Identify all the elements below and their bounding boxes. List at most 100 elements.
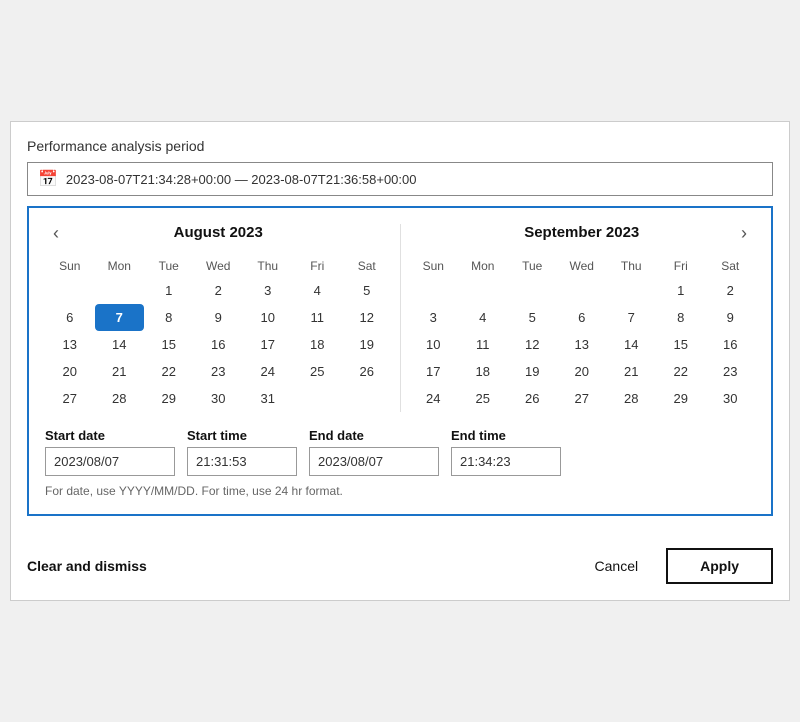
sep-day-2[interactable]: 2 [706,277,756,304]
aug-day-29[interactable]: 29 [144,385,194,412]
sep-empty [409,277,459,304]
date-range-display: 📅 2023-08-07T21:34:28+00:00 — 2023-08-07… [27,162,773,196]
aug-day-6[interactable]: 6 [45,304,95,331]
aug-day-16[interactable]: 16 [194,331,244,358]
sep-day-19[interactable]: 19 [508,358,558,385]
start-date-group: Start date [45,428,175,476]
aug-day-19[interactable]: 19 [342,331,392,358]
sep-day-6[interactable]: 6 [557,304,607,331]
aug-day-21[interactable]: 21 [95,358,145,385]
sep-day-30[interactable]: 30 [706,385,756,412]
aug-day-4[interactable]: 4 [293,277,343,304]
aug-day-20[interactable]: 20 [45,358,95,385]
aug-day-12[interactable]: 12 [342,304,392,331]
aug-day-13[interactable]: 13 [45,331,95,358]
cancel-button[interactable]: Cancel [583,550,651,582]
sep-day-7[interactable]: 7 [607,304,657,331]
sep-day-28[interactable]: 28 [607,385,657,412]
aug-day-7[interactable]: 7 [95,304,145,331]
prev-month-button[interactable]: ‹ [45,224,67,242]
date-range-text: 2023-08-07T21:34:28+00:00 — 2023-08-07T2… [66,172,417,187]
sep-day-8[interactable]: 8 [656,304,706,331]
aug-day-18[interactable]: 18 [293,331,343,358]
sep-day-21[interactable]: 21 [607,358,657,385]
start-time-input[interactable] [187,447,297,476]
aug-day-17[interactable]: 17 [243,331,293,358]
aug-day-23[interactable]: 23 [194,358,244,385]
sep-wed-header: Wed [557,253,607,277]
aug-day-27[interactable]: 27 [45,385,95,412]
aug-empty [342,385,392,412]
sep-day-23[interactable]: 23 [706,358,756,385]
end-time-group: End time [451,428,561,476]
aug-day-3[interactable]: 3 [243,277,293,304]
sep-day-3[interactable]: 3 [409,304,459,331]
calendars-row: ‹ August 2023 Sun Mon Tue Wed Thu Fri Sa… [45,224,755,412]
aug-empty [95,277,145,304]
aug-day-11[interactable]: 11 [293,304,343,331]
sep-day-10[interactable]: 10 [409,331,459,358]
sep-day-4[interactable]: 4 [458,304,508,331]
aug-day-14[interactable]: 14 [95,331,145,358]
aug-day-24[interactable]: 24 [243,358,293,385]
sep-tue-header: Tue [508,253,558,277]
next-month-button[interactable]: › [733,224,755,242]
september-grid: Sun Mon Tue Wed Thu Fri Sat 1 2 3 [409,253,756,412]
sep-day-15[interactable]: 15 [656,331,706,358]
sep-day-13[interactable]: 13 [557,331,607,358]
sep-day-16[interactable]: 16 [706,331,756,358]
sep-day-22[interactable]: 22 [656,358,706,385]
aug-sun-header: Sun [45,253,95,277]
aug-day-10[interactable]: 10 [243,304,293,331]
end-time-input[interactable] [451,447,561,476]
sep-day-9[interactable]: 9 [706,304,756,331]
clear-and-dismiss-button[interactable]: Clear and dismiss [27,550,147,582]
september-calendar: September 2023 › Sun Mon Tue Wed Thu Fri… [409,224,756,412]
aug-day-25[interactable]: 25 [293,358,343,385]
sep-day-1[interactable]: 1 [656,277,706,304]
september-title: September 2023 [409,224,756,241]
sep-day-17[interactable]: 17 [409,358,459,385]
sep-day-25[interactable]: 25 [458,385,508,412]
aug-day-9[interactable]: 9 [194,304,244,331]
aug-day-26[interactable]: 26 [342,358,392,385]
end-date-group: End date [309,428,439,476]
calendar-icon: 📅 [38,169,58,189]
sep-day-27[interactable]: 27 [557,385,607,412]
end-time-label: End time [451,428,561,443]
aug-day-31[interactable]: 31 [243,385,293,412]
aug-day-15[interactable]: 15 [144,331,194,358]
end-date-input[interactable] [309,447,439,476]
aug-mon-header: Mon [95,253,145,277]
aug-day-1[interactable]: 1 [144,277,194,304]
sep-day-29[interactable]: 29 [656,385,706,412]
sep-sun-header: Sun [409,253,459,277]
aug-day-5[interactable]: 5 [342,277,392,304]
aug-wed-header: Wed [194,253,244,277]
sep-fri-header: Fri [656,253,706,277]
sep-day-26[interactable]: 26 [508,385,558,412]
sep-day-12[interactable]: 12 [508,331,558,358]
aug-day-8[interactable]: 8 [144,304,194,331]
aug-empty [293,385,343,412]
aug-day-22[interactable]: 22 [144,358,194,385]
sep-day-20[interactable]: 20 [557,358,607,385]
start-date-label: Start date [45,428,175,443]
sep-day-24[interactable]: 24 [409,385,459,412]
aug-day-2[interactable]: 2 [194,277,244,304]
start-date-input[interactable] [45,447,175,476]
sep-day-14[interactable]: 14 [607,331,657,358]
sep-day-5[interactable]: 5 [508,304,558,331]
aug-day-30[interactable]: 30 [194,385,244,412]
august-header: ‹ August 2023 [45,224,392,241]
sep-empty [607,277,657,304]
sep-day-18[interactable]: 18 [458,358,508,385]
sep-empty [458,277,508,304]
sep-empty [557,277,607,304]
sep-day-11[interactable]: 11 [458,331,508,358]
hint-text: For date, use YYYY/MM/DD. For time, use … [45,484,755,498]
calendar-divider [400,224,401,412]
aug-day-28[interactable]: 28 [95,385,145,412]
apply-button[interactable]: Apply [666,548,773,584]
august-calendar: ‹ August 2023 Sun Mon Tue Wed Thu Fri Sa… [45,224,392,412]
